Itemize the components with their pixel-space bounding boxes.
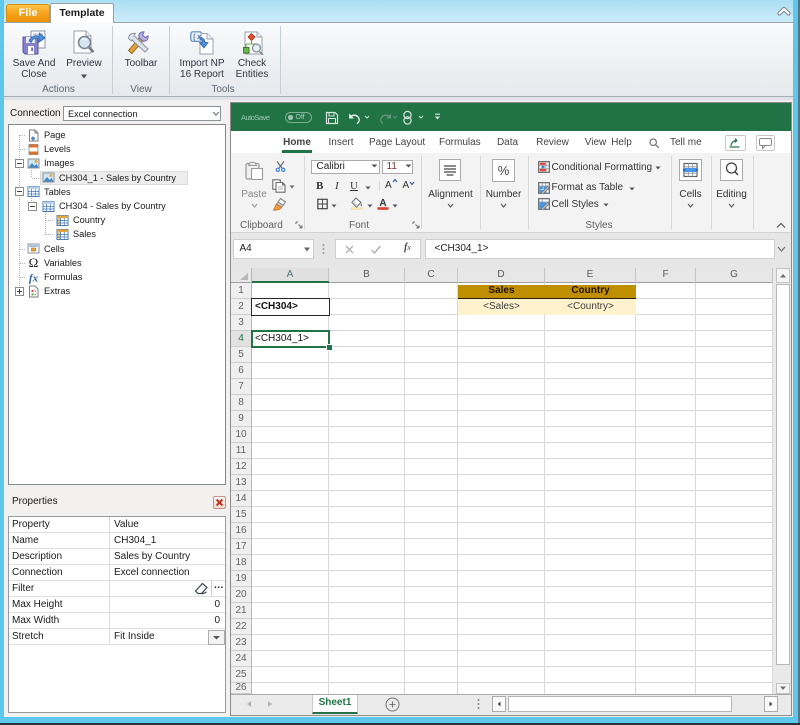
svg-text:Ω: Ω: [29, 256, 39, 269]
svg-text:fx: fx: [29, 272, 39, 284]
